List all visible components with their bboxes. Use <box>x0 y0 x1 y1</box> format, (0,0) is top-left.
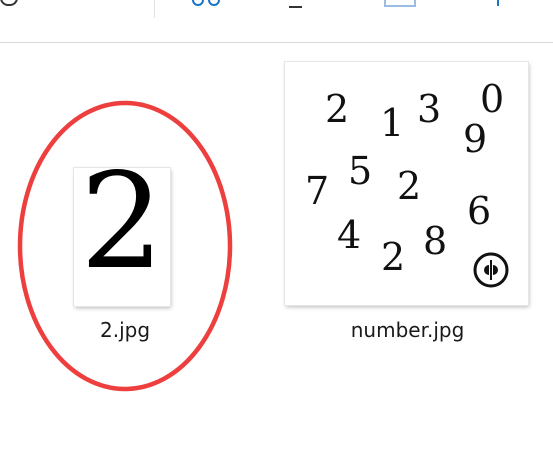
file-item-number-jpg[interactable]: 2 1 3 0 9 7 5 2 6 4 2 8 number.jpg <box>285 62 530 352</box>
file-name: 2.jpg <box>99 318 151 342</box>
thumbnail-digit: 4 <box>337 213 362 257</box>
thumbnail-digit: 2 <box>381 235 406 279</box>
toolbar-icon-partial-1[interactable] <box>0 0 18 6</box>
file-thumbnail: 2 1 3 0 9 7 5 2 6 4 2 8 <box>285 62 528 305</box>
thumbnail-digit: 5 <box>348 149 373 193</box>
thumbnail-digit: 9 <box>463 117 488 161</box>
toolbar <box>0 0 553 43</box>
thumbnail-digit: 2 <box>397 164 422 208</box>
thumbnail-digit: 1 <box>380 101 405 145</box>
thumbnail-digit: 2 <box>80 168 164 299</box>
toolbar-icon-partial-2[interactable] <box>192 0 224 6</box>
thumbnail-digit: 2 <box>325 87 350 131</box>
file-thumbnail: 2 <box>74 168 170 306</box>
thumbnail-digit: 0 <box>480 77 505 121</box>
thumbnail-digit: 6 <box>467 189 492 233</box>
file-item-2-jpg[interactable]: 2 2.jpg <box>60 160 190 350</box>
toolbar-icon-partial-5[interactable] <box>497 0 499 6</box>
toolbar-separator <box>154 0 155 18</box>
thumbnail-digit: 3 <box>417 87 442 131</box>
toolbar-icon-partial-4[interactable] <box>384 0 416 7</box>
watermark-logo-icon <box>473 252 509 288</box>
file-name: number.jpg <box>350 318 465 342</box>
thumbnail-digit: 8 <box>423 219 448 263</box>
thumbnail-digit: 7 <box>305 169 330 213</box>
toolbar-icon-partial-3[interactable] <box>289 0 302 8</box>
